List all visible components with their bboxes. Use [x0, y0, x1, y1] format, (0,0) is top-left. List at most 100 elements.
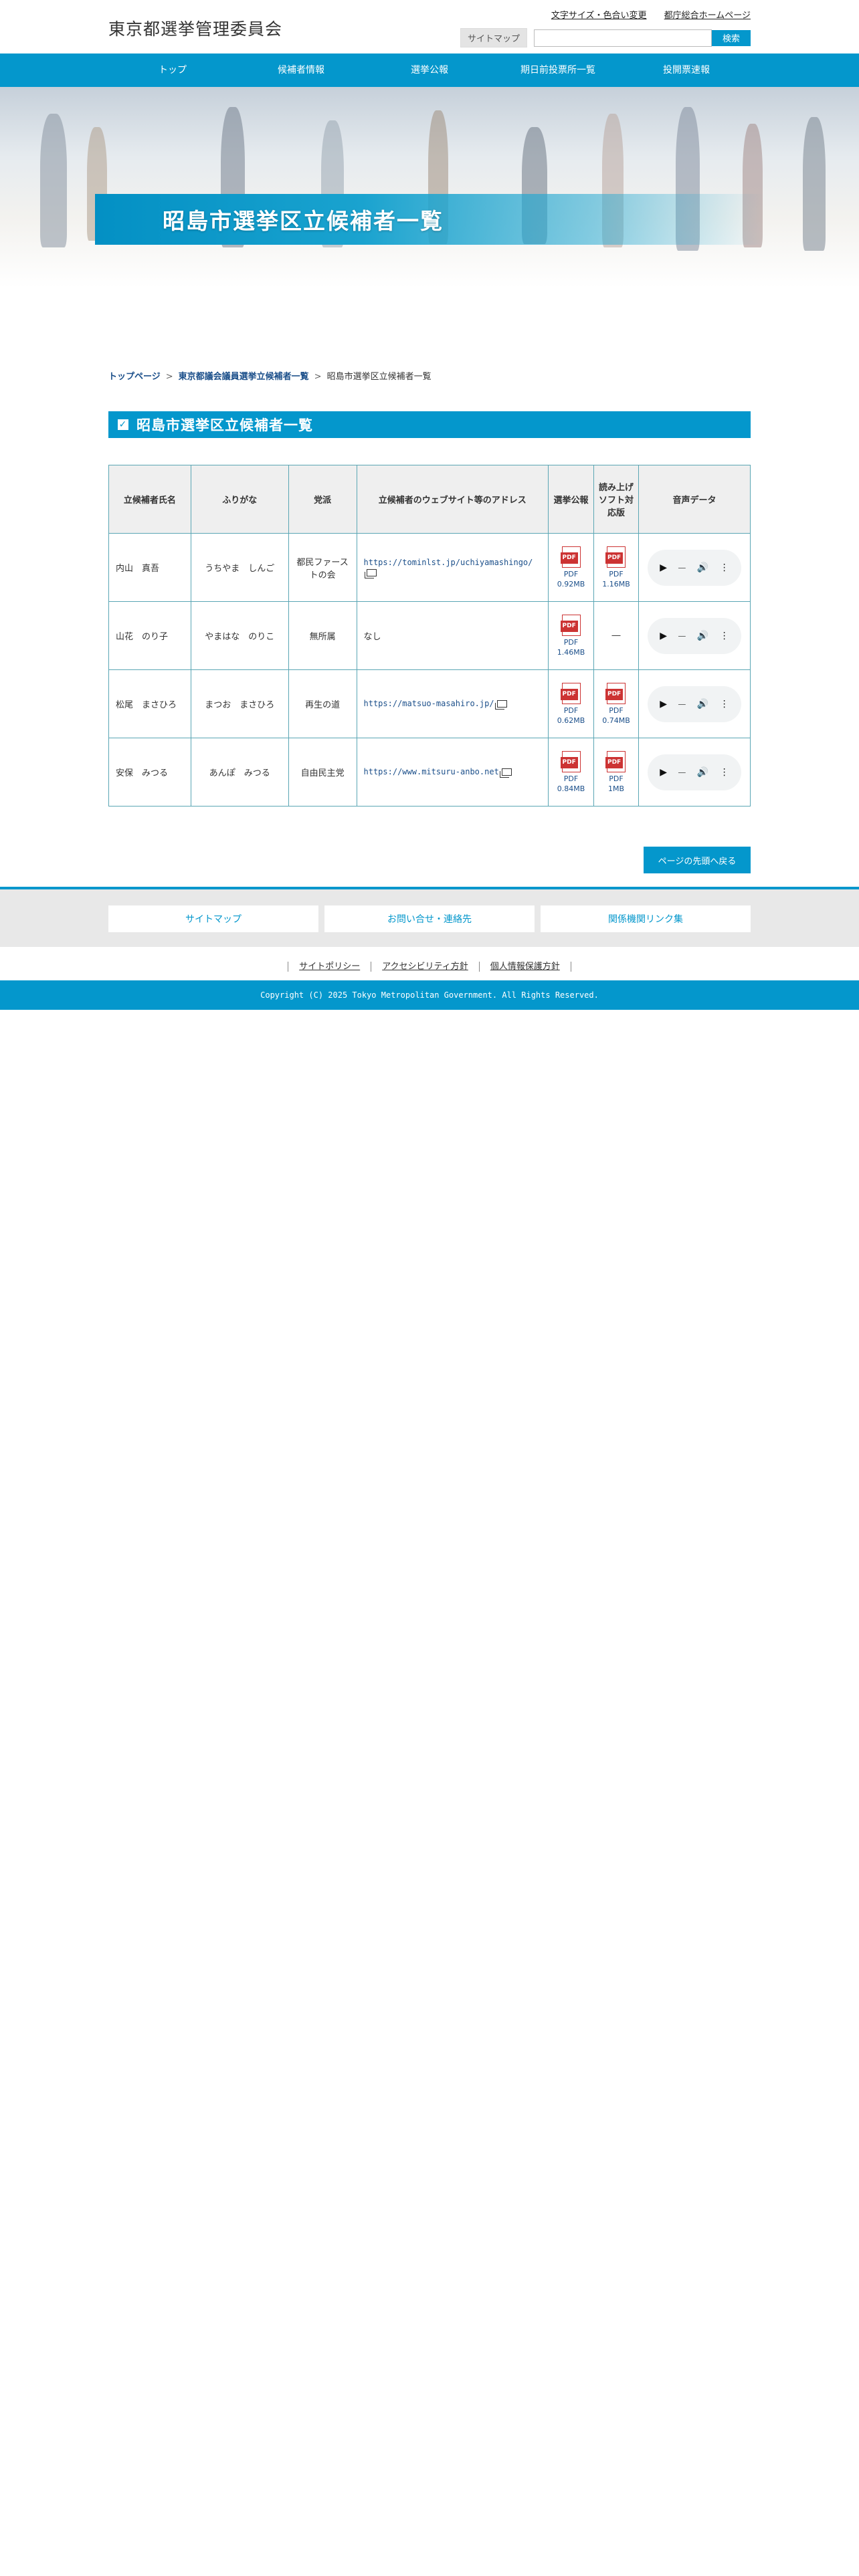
bulletin-cell: PDF PDF 0.92MB	[548, 533, 594, 602]
reader-cell: PDF PDF 1MB	[593, 738, 639, 807]
website-cell: https://matsuo-masahiro.jp/	[356, 669, 549, 738]
nav-item-bulletin[interactable]: 選挙公報	[365, 53, 494, 87]
global-nav: トップ 候補者情報 選挙公報 期日前投票所一覧 投開票速報	[0, 53, 859, 87]
audio-cell: ▶ — 🔊 ⋮	[638, 738, 751, 807]
search-input[interactable]	[534, 29, 712, 47]
reader-pdf-link[interactable]: PDF PDF 1.16MB	[601, 546, 632, 589]
chevron-right-icon: >	[314, 372, 322, 382]
search-button[interactable]: 検索	[712, 29, 751, 46]
site-title[interactable]: 東京都選挙管理委員会	[108, 16, 282, 40]
external-link-icon	[499, 768, 512, 778]
breadcrumb-candidates[interactable]: 東京都議会議員選挙立候補者一覧	[179, 372, 309, 382]
table-header-row: 立候補者氏名 ふりがな 党派 立候補者のウェブサイト等のアドレス 選挙公報 読み…	[108, 465, 751, 534]
breadcrumb-home[interactable]: トップページ	[108, 372, 161, 382]
website-link[interactable]: https://tominlst.jp/uchiyamashingo/	[364, 558, 533, 567]
pdf-icon: PDF	[560, 750, 581, 772]
copyright: Copyright (C) 2025 Tokyo Metropolitan Go…	[0, 980, 859, 1010]
footer-contact-link[interactable]: お問い合せ・連絡先	[324, 905, 535, 932]
website-link[interactable]: https://www.mitsuru-anbo.net	[364, 767, 499, 776]
page-title: 昭島市選挙区立候補者一覧	[163, 208, 444, 234]
reader-pdf-link[interactable]: PDF PDF 1MB	[601, 750, 632, 794]
site-header: 東京都選挙管理委員会 文字サイズ・色合い変更 都庁総合ホームページ サイトマップ…	[108, 0, 751, 53]
website-cell: https://www.mitsuru-anbo.net	[356, 738, 549, 807]
table-row: 内山 真吾 うちやま しんご 都民ファーストの会 https://tominls…	[108, 533, 751, 602]
audio-player[interactable]: ▶ — 🔊 ⋮	[647, 754, 741, 790]
candidate-party: 自由民主党	[288, 738, 357, 807]
candidate-name: 山花 のり子	[108, 601, 191, 670]
candidate-table: 立候補者氏名 ふりがな 党派 立候補者のウェブサイト等のアドレス 選挙公報 読み…	[108, 465, 751, 807]
breadcrumb: トップページ > 東京都議会議員選挙立候補者一覧 > 昭島市選挙区立候補者一覧	[108, 369, 751, 382]
pdf-icon: PDF	[605, 682, 626, 704]
progress-bar[interactable]: —	[678, 700, 686, 709]
nav-item-early-voting[interactable]: 期日前投票所一覧	[494, 53, 622, 87]
external-link-icon	[494, 700, 507, 710]
footer-sitemap-link[interactable]: サイトマップ	[108, 905, 318, 932]
play-icon[interactable]: ▶	[660, 631, 667, 641]
more-options-icon[interactable]: ⋮	[720, 631, 729, 641]
more-options-icon[interactable]: ⋮	[720, 767, 729, 778]
volume-icon[interactable]: 🔊	[697, 699, 708, 710]
sitemap-button[interactable]: サイトマップ	[460, 28, 527, 47]
accessibility-policy-link[interactable]: アクセシビリティ方針	[371, 962, 479, 972]
external-link-icon	[364, 568, 377, 578]
header-bulletin: 選挙公報	[548, 465, 594, 534]
candidate-kana: まつお まさひろ	[190, 669, 289, 738]
progress-bar[interactable]: —	[678, 563, 686, 572]
website-link[interactable]: https://matsuo-masahiro.jp/	[364, 699, 494, 708]
tokyo-gov-home-link[interactable]: 都庁総合ホームページ	[664, 11, 751, 21]
website-cell: なし	[356, 601, 549, 670]
bulletin-cell: PDF PDF 0.84MB	[548, 738, 594, 807]
audio-player[interactable]: ▶ — 🔊 ⋮	[647, 617, 741, 654]
candidate-party: 都民ファーストの会	[288, 533, 357, 602]
back-to-top-button[interactable]: ページの先頭へ戻る	[644, 847, 751, 873]
candidate-party: 無所属	[288, 601, 357, 670]
candidate-name: 安保 みつる	[108, 738, 191, 807]
back-to-top-wrap: ページの先頭へ戻る	[108, 847, 751, 887]
pdf-icon: PDF	[605, 546, 626, 568]
candidate-name: 内山 真吾	[108, 533, 191, 602]
nav-item-candidates[interactable]: 候補者情報	[237, 53, 365, 87]
header-name: 立候補者氏名	[108, 465, 191, 534]
privacy-policy-link[interactable]: 個人情報保護方針	[478, 962, 571, 972]
audio-player[interactable]: ▶ — 🔊 ⋮	[647, 549, 741, 586]
bulletin-cell: PDF PDF 1.46MB	[548, 601, 594, 670]
table-row: 松尾 まさひろ まつお まさひろ 再生の道 https://matsuo-mas…	[108, 669, 751, 738]
site-policy-link[interactable]: サイトポリシー	[288, 962, 371, 972]
website-none: なし	[363, 632, 381, 642]
reader-unavailable: ―	[611, 631, 621, 641]
hero-banner: 昭島市選挙区立候補者一覧	[0, 87, 859, 288]
more-options-icon[interactable]: ⋮	[720, 562, 729, 573]
more-options-icon[interactable]: ⋮	[720, 699, 729, 710]
bulletin-pdf-link[interactable]: PDF PDF 0.62MB	[555, 682, 587, 726]
play-icon[interactable]: ▶	[660, 767, 667, 778]
table-row: 安保 みつる あんぽ みつる 自由民主党 https://www.mitsuru…	[108, 738, 751, 807]
volume-icon[interactable]: 🔊	[697, 767, 708, 778]
nav-item-top[interactable]: トップ	[108, 53, 237, 87]
policy-links: サイトポリシー アクセシビリティ方針 個人情報保護方針	[0, 947, 859, 976]
header-kana: ふりがな	[190, 465, 289, 534]
bulletin-cell: PDF PDF 0.62MB	[548, 669, 594, 738]
reader-cell: PDF PDF 1.16MB	[593, 533, 639, 602]
nav-item-results[interactable]: 投開票速報	[622, 53, 751, 87]
reader-cell: PDF PDF 0.74MB	[593, 669, 639, 738]
volume-icon[interactable]: 🔊	[697, 631, 708, 641]
breadcrumb-current: 昭島市選挙区立候補者一覧	[326, 372, 432, 382]
play-icon[interactable]: ▶	[660, 562, 667, 573]
play-icon[interactable]: ▶	[660, 699, 667, 710]
bulletin-pdf-link[interactable]: PDF PDF 0.84MB	[555, 750, 587, 794]
section-heading: ✓ 昭島市選挙区立候補者一覧	[108, 411, 751, 438]
checkbox-icon: ✓	[118, 419, 128, 430]
website-cell: https://tominlst.jp/uchiyamashingo/	[356, 533, 549, 602]
progress-bar[interactable]: —	[678, 631, 686, 641]
footer-related-links[interactable]: 関係機関リンク集	[541, 905, 751, 932]
volume-icon[interactable]: 🔊	[697, 562, 708, 573]
audio-player[interactable]: ▶ — 🔊 ⋮	[647, 685, 741, 722]
header-website: 立候補者のウェブサイト等のアドレス	[356, 465, 549, 534]
reader-pdf-link[interactable]: PDF PDF 0.74MB	[601, 682, 632, 726]
section-title: 昭島市選挙区立候補者一覧	[136, 417, 313, 433]
chevron-right-icon: >	[165, 372, 173, 382]
bulletin-pdf-link[interactable]: PDF PDF 0.92MB	[555, 546, 587, 589]
bulletin-pdf-link[interactable]: PDF PDF 1.46MB	[555, 614, 587, 657]
text-size-color-link[interactable]: 文字サイズ・色合い変更	[551, 11, 647, 21]
progress-bar[interactable]: —	[678, 768, 686, 777]
